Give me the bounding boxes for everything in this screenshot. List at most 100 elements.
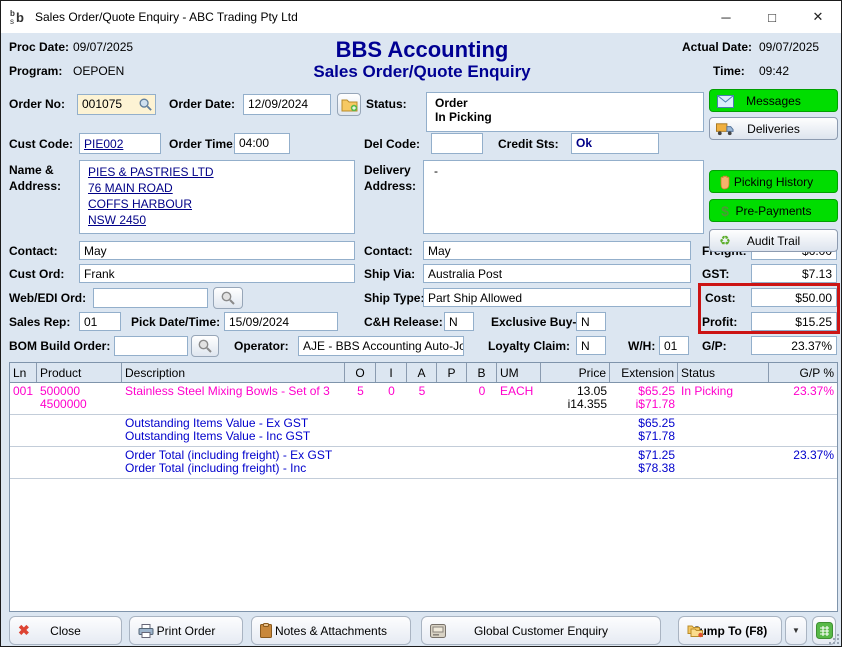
address-line-2[interactable]: 76 MAIN ROAD [88,180,346,196]
bom-search-button[interactable] [191,335,219,357]
col-header-price[interactable]: Price [541,363,610,382]
loyalty-claim-field[interactable]: N [576,336,606,355]
bom-build-order-field[interactable] [114,336,188,356]
col-header-um[interactable]: UM [497,363,541,382]
print-order-button[interactable]: Print Order [129,616,243,645]
app-icon: b s b [9,8,27,26]
contact-label: Contact: [9,244,58,258]
col-header-product[interactable]: Product [37,363,122,382]
cell-product: 500000 [37,385,122,398]
window-title: Sales Order/Quote Enquiry - ABC Trading … [35,10,298,24]
pre-payments-button[interactable]: $ Pre-Payments [709,199,838,222]
col-header-o[interactable]: O [345,363,376,382]
web-edi-search-button[interactable] [213,287,243,309]
order-no-field[interactable]: 001075 [77,94,156,115]
contact-value: May [84,244,107,258]
order-date-field[interactable]: 12/09/2024 [243,94,331,115]
print-order-label: Print Order [157,624,216,638]
col-header-extension[interactable]: Extension [610,363,678,382]
order-no-label: Order No: [9,97,65,111]
profit-field: $15.25 [751,312,837,331]
cell-ln: 001 [10,385,37,398]
search-icon[interactable] [138,97,153,112]
close-window-button[interactable]: ✕ [795,1,841,33]
cell-b: 0 [467,385,497,398]
del-code-field[interactable] [431,133,483,154]
title-bar: b s b Sales Order/Quote Enquiry - ABC Tr… [1,1,841,33]
terminal-icon [430,624,446,638]
address-line-3[interactable]: COFFS HARBOUR [88,196,346,212]
contact-field[interactable]: May [79,241,355,260]
messages-label: Messages [746,94,801,108]
notes-attachments-button[interactable]: Notes & Attachments [251,616,411,645]
order-time-field[interactable]: 04:00 [234,133,290,154]
web-edi-ord-field[interactable] [93,288,208,308]
resize-grip[interactable] [829,634,839,644]
warehouse-field[interactable]: 01 [659,336,689,355]
audit-trail-button[interactable]: ♻ Audit Trail [709,229,838,252]
sales-rep-field[interactable]: 01 [79,312,121,331]
col-header-description[interactable]: Description [122,363,345,382]
summary-description: Order Total (including freight) - Inc [122,462,345,475]
cust-code-link[interactable]: PIE002 [84,137,123,151]
maximize-button[interactable]: □ [749,1,795,33]
pick-datetime-value: 15/09/2024 [229,315,289,329]
delivery-address-field[interactable]: - [423,160,704,234]
gst-field: $7.13 [751,264,837,283]
address-line-4[interactable]: NSW 2450 [88,212,346,228]
summary-row: Order Total (including freight) - Inc $7… [10,462,837,475]
exclusive-buy-in-field[interactable]: N [576,312,606,331]
col-header-b[interactable]: B [467,363,497,382]
cust-ord-label: Cust Ord: [9,267,64,281]
ship-type-value: Part Ship Allowed [428,291,522,305]
notes-attachments-label: Notes & Attachments [275,624,387,638]
global-customer-enquiry-button[interactable]: Global Customer Enquiry [421,616,661,645]
ch-release-field[interactable]: N [444,312,474,331]
picking-history-button[interactable]: Picking History [709,170,838,193]
pick-datetime-field[interactable]: 15/09/2024 [224,312,338,331]
credit-sts-label: Credit Sts: [498,137,559,151]
close-button[interactable]: ✖ Close [9,616,122,645]
col-header-i[interactable]: I [376,363,407,382]
col-header-a[interactable]: A [407,363,437,382]
status-line1: Order [435,96,695,110]
cell-a: 5 [407,385,437,398]
order-no-value: 001075 [82,97,122,111]
outstanding-values-block: Outstanding Items Value - Ex GST $65.25 … [10,415,837,447]
cell-price: 13.05 [541,385,610,398]
open-order-button[interactable] [337,93,361,116]
ship-via-field[interactable]: Australia Post [423,264,691,283]
jump-to-button[interactable]: Jump To (F8) [678,616,782,645]
ch-release-value: N [449,315,458,329]
audit-trail-label: Audit Trail [747,234,800,248]
operator-value: AJE - BBS Accounting Auto-Jol [303,339,464,353]
status-field: Order In Picking [426,92,704,132]
ship-type-field[interactable]: Part Ship Allowed [423,288,691,307]
summary-extension: $71.25 [610,449,678,462]
cell-um: EACH [497,385,541,398]
time-value: 09:42 [759,64,789,78]
chevron-down-icon: ▼ [792,626,800,635]
deliveries-label: Deliveries [747,122,800,136]
col-header-p[interactable]: P [437,363,467,382]
envelope-icon [716,93,734,109]
cell-extension-2: i$71.78 [610,398,678,411]
profit-label: Profit: [702,315,737,329]
cust-code-label: Cust Code: [9,137,73,151]
name-address-field[interactable]: PIES & PASTRIES LTD 76 MAIN ROAD COFFS H… [79,160,355,234]
col-header-gp[interactable]: G/P % [769,363,837,382]
jump-to-dropdown-button[interactable]: ▼ [785,616,807,645]
ship-contact-field[interactable]: May [423,241,691,260]
summary-extension: $65.25 [610,417,678,430]
cust-ord-field[interactable]: Frank [79,264,355,283]
col-header-ln[interactable]: Ln [10,363,37,382]
messages-button[interactable]: Messages [709,89,838,112]
address-line-1[interactable]: PIES & PASTRIES LTD [88,164,346,180]
item-row-block[interactable]: 001 500000 Stainless Steel Mixing Bowls … [10,383,837,415]
minimize-button[interactable]: ─ [703,1,749,33]
cust-code-field[interactable]: PIE002 [79,133,161,154]
cell-price-2: i14.355 [541,398,610,411]
deliveries-button[interactable]: Deliveries [709,117,838,140]
ship-via-label: Ship Via: [364,267,415,281]
col-header-status[interactable]: Status [678,363,769,382]
